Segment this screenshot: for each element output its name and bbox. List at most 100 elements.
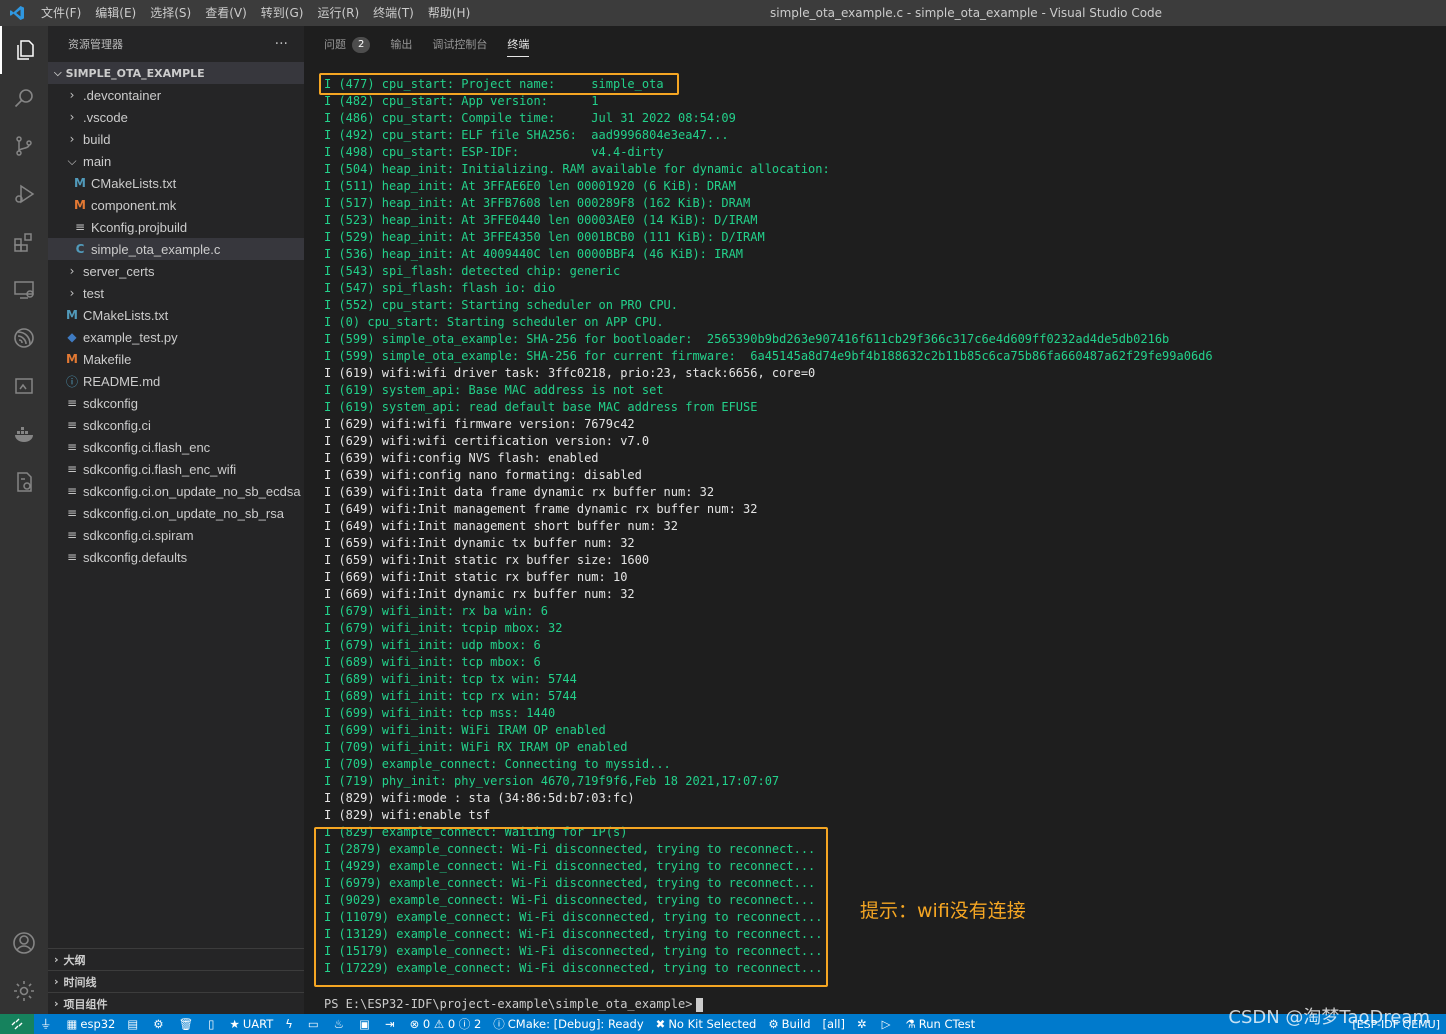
- cmake-file-icon: M: [66, 308, 78, 322]
- tree-item-label: .devcontainer: [83, 87, 162, 103]
- status-item[interactable]: [all]: [817, 1014, 851, 1034]
- status-item[interactable]: ϟ: [279, 1014, 302, 1034]
- terminal-line: I (477) cpu_start: Project name: simple_…: [324, 77, 664, 91]
- terminal-prompt[interactable]: PS E:\ESP32-IDF\project-example\simple_o…: [324, 996, 704, 1013]
- menu-item[interactable]: 转到(G): [254, 0, 311, 26]
- tree-item[interactable]: › server_certs: [48, 260, 304, 282]
- tree-item[interactable]: › build: [48, 128, 304, 150]
- account-icon[interactable]: [0, 919, 48, 967]
- tree-item[interactable]: Mcomponent.mk: [48, 194, 304, 216]
- cmake-file-icon: M: [74, 176, 86, 190]
- bug-icon: ✲: [856, 1017, 867, 1031]
- status-item[interactable]: 🗑: [173, 1014, 203, 1034]
- tree-item[interactable]: ⌵ main: [48, 150, 304, 172]
- search-icon[interactable]: [0, 74, 48, 122]
- panel-tab[interactable]: 问题 2: [324, 33, 371, 57]
- terminal-line: I (543) spi_flash: detected chip: generi…: [324, 264, 621, 278]
- tree-item[interactable]: ≡ Kconfig.projbuild: [48, 216, 304, 238]
- status-item[interactable]: ⓘ CMake: [Debug]: Ready: [487, 1014, 649, 1034]
- status-item[interactable]: ▯: [202, 1014, 223, 1034]
- menu-item[interactable]: 终端(T): [366, 0, 421, 26]
- menu-item[interactable]: 帮助(H): [421, 0, 477, 26]
- tree-item[interactable]: › .vscode: [48, 106, 304, 128]
- plug-icon: ⏚: [40, 1017, 52, 1031]
- tree-item-label: .vscode: [83, 109, 128, 125]
- extensions-icon[interactable]: [0, 218, 48, 266]
- terminal-line: I (829) wifi:enable tsf: [324, 808, 491, 822]
- tree-item[interactable]: ≡ sdkconfig.ci.spiram: [48, 524, 304, 546]
- terminal-line: I (504) heap_init: Initializing. RAM ava…: [324, 162, 830, 176]
- tree-item[interactable]: ≡ sdkconfig.ci.flash_enc_wifi: [48, 458, 304, 480]
- status-item[interactable]: ⏚: [34, 1014, 61, 1034]
- project-settings-icon[interactable]: [0, 458, 48, 506]
- menu-item[interactable]: 运行(R): [310, 0, 366, 26]
- tree-item[interactable]: ≡ sdkconfig.ci: [48, 414, 304, 436]
- status-item[interactable]: ✲: [851, 1014, 876, 1034]
- status-item[interactable]: ▷: [876, 1014, 900, 1034]
- remote-indicator-icon[interactable]: [0, 1014, 34, 1034]
- title-bar: 文件(F) 编辑(E) 选择(S) 查看(V) 转到(G) 运行(R) 终端(T) 帮助(H)…: [0, 0, 1446, 26]
- status-item[interactable]: ⚙: [147, 1014, 172, 1034]
- menu-item[interactable]: 查看(V): [198, 0, 254, 26]
- espressif-icon[interactable]: [0, 314, 48, 362]
- makefile-icon: M: [74, 198, 86, 212]
- tree-item[interactable]: ≡ sdkconfig.ci.on_update_no_sb_rsa: [48, 502, 304, 524]
- panel-tab[interactable]: 输出: [390, 33, 412, 57]
- status-item[interactable]: ⊗ 0 ⚠ 0 ⓘ 2: [404, 1014, 488, 1034]
- source-control-icon[interactable]: [0, 122, 48, 170]
- terminal-line: I (517) heap_init: At 3FFB7608 len 00028…: [324, 196, 751, 210]
- menu-item[interactable]: 选择(S): [143, 0, 198, 26]
- explorer-icon[interactable]: [0, 26, 48, 74]
- tree-item[interactable]: M CMakeLists.txt: [48, 172, 304, 194]
- status-item[interactable]: ♨: [328, 1014, 353, 1034]
- terminal-line: I (639) wifi:config NVS flash: enabled: [324, 451, 599, 465]
- status-item-label: Run CTest: [918, 1017, 976, 1031]
- tree-item[interactable]: ◆ example_test.py: [48, 326, 304, 348]
- menu-bar: 文件(F) 编辑(E) 选择(S) 查看(V) 转到(G) 运行(R) 终端(T) 帮助(H): [34, 0, 477, 26]
- text-file-icon: ≡: [66, 506, 78, 520]
- tree-item[interactable]: ≡ sdkconfig.ci.on_update_no_sb_ecdsa: [48, 480, 304, 502]
- docker-icon[interactable]: [0, 410, 48, 458]
- tree-item[interactable]: › test: [48, 282, 304, 304]
- chip-icon: ▦: [66, 1017, 78, 1031]
- monitor-icon: ▭: [307, 1017, 319, 1031]
- tree-item[interactable]: Csimple_ota_example.c: [48, 238, 304, 260]
- tree-item[interactable]: ≡ sdkconfig.defaults: [48, 546, 304, 568]
- section-project-components[interactable]: › 项目组件: [48, 992, 304, 1014]
- tree-item-label: sdkconfig.ci: [83, 417, 151, 433]
- more-actions-button[interactable]: ···: [275, 36, 288, 52]
- file-tree: › .devcontainer › .vscode › build ⌵ main M CMakeL…: [48, 84, 304, 568]
- status-item[interactable]: ▦ esp32: [61, 1014, 122, 1034]
- status-item[interactable]: ▣: [353, 1014, 379, 1034]
- section-outline[interactable]: › 大纲: [48, 948, 304, 970]
- status-item[interactable]: ▤: [121, 1014, 147, 1034]
- status-item[interactable]: ★ UART: [224, 1014, 280, 1034]
- tree-item[interactable]: › .devcontainer: [48, 84, 304, 106]
- panel-tab[interactable]: 终端: [507, 33, 530, 57]
- tree-item[interactable]: M CMakeLists.txt: [48, 304, 304, 326]
- status-item[interactable]: ⚗ Run CTest: [899, 1014, 981, 1034]
- terminal-line: I (679) wifi_init: rx ba win: 6: [324, 604, 548, 618]
- manage-gear-icon[interactable]: [0, 967, 48, 1015]
- section-timeline[interactable]: › 时间线: [48, 970, 304, 992]
- tree-item-label: CMakeLists.txt: [83, 307, 169, 323]
- remote-explorer-icon[interactable]: [0, 266, 48, 314]
- tree-item[interactable]: ≡ sdkconfig.ci.flash_enc: [48, 436, 304, 458]
- terminal-line: I (689) wifi_init: tcp mbox: 6: [324, 655, 541, 669]
- panel-tab[interactable]: 调试控制台: [432, 33, 487, 57]
- enter-icon: ⇥: [384, 1017, 395, 1031]
- terminal-output[interactable]: I (477) cpu_start: Project name: simple_…: [324, 76, 1434, 977]
- status-item[interactable]: ✖ No Kit Selected: [650, 1014, 763, 1034]
- panel-tabs: 问题 2 输出 调试控制台 终端: [304, 26, 1446, 64]
- image-preview-icon[interactable]: [0, 362, 48, 410]
- menu-item[interactable]: 编辑(E): [88, 0, 143, 26]
- tree-item[interactable]: ⓘ README.md: [48, 370, 304, 392]
- status-item[interactable]: ⇥: [379, 1014, 404, 1034]
- tree-item[interactable]: M Makefile: [48, 348, 304, 370]
- menu-item[interactable]: 文件(F): [34, 0, 88, 26]
- status-item[interactable]: ⚙ Build: [762, 1014, 816, 1034]
- workspace-root[interactable]: ⌵ SIMPLE_OTA_EXAMPLE: [48, 62, 304, 84]
- tree-item[interactable]: ≡ sdkconfig: [48, 392, 304, 414]
- status-item[interactable]: ▭: [302, 1014, 328, 1034]
- run-debug-icon[interactable]: [0, 170, 48, 218]
